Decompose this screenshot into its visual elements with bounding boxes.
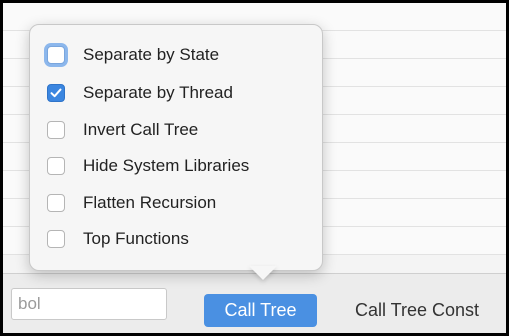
- checkbox[interactable]: [47, 46, 65, 64]
- checkbox[interactable]: [47, 157, 65, 175]
- symbol-search-input[interactable]: bol: [11, 288, 167, 320]
- option-hide-system-libraries[interactable]: Hide System Libraries: [47, 154, 249, 178]
- call-tree-options-popover: Separate by State Separate by Thread Inv…: [29, 24, 323, 271]
- option-label: Invert Call Tree: [83, 120, 199, 139]
- popover-arrow: [249, 266, 277, 280]
- checkbox[interactable]: [47, 194, 65, 212]
- checkbox[interactable]: [47, 230, 65, 248]
- bottom-toolbar: bol Call Tree Call Tree Const: [3, 274, 506, 333]
- option-top-functions[interactable]: Top Functions: [47, 227, 189, 251]
- checkbox[interactable]: [47, 121, 65, 139]
- option-invert-call-tree[interactable]: Invert Call Tree: [47, 118, 198, 142]
- option-label: Flatten Recursion: [83, 193, 217, 212]
- option-label: Hide System Libraries: [83, 156, 250, 175]
- window-frame: bol Call Tree Call Tree Const Separate b…: [0, 0, 509, 336]
- option-label: Top Functions: [83, 229, 189, 248]
- option-label: Separate by Thread: [83, 83, 233, 102]
- checkmark-icon: [50, 88, 62, 98]
- checkbox[interactable]: [47, 84, 65, 102]
- option-separate-by-state[interactable]: Separate by State: [47, 43, 219, 67]
- option-label: Separate by State: [83, 45, 220, 64]
- call-tree-constraints-tab[interactable]: Call Tree Const: [355, 294, 479, 327]
- call-tree-tab[interactable]: Call Tree: [204, 294, 317, 327]
- option-separate-by-thread[interactable]: Separate by Thread: [47, 81, 233, 105]
- option-flatten-recursion[interactable]: Flatten Recursion: [47, 191, 216, 215]
